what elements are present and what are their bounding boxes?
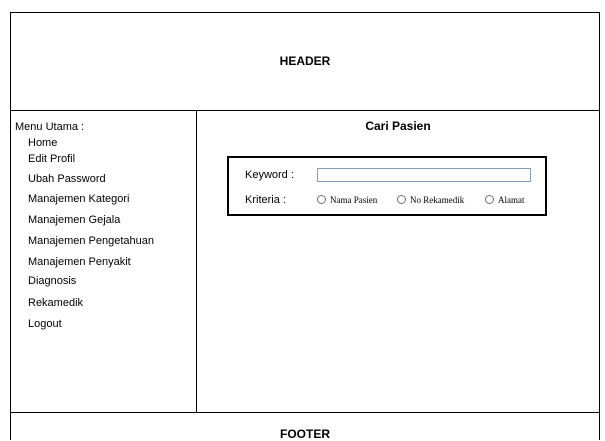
- sidebar-item-edit-profil[interactable]: Edit Profil: [28, 153, 75, 165]
- radio-option-alamat[interactable]: Alamat: [485, 195, 525, 205]
- keyword-input[interactable]: [317, 168, 531, 182]
- sidebar-item-manajemen-pengetahuan[interactable]: Manajemen Pengetahuan: [28, 235, 154, 247]
- search-form: Keyword : Kriteria : Nama Pasien No Reka…: [227, 156, 547, 216]
- footer: FOOTER: [11, 412, 599, 441]
- main-content: Cari Pasien Keyword : Kriteria : Nama Pa…: [197, 111, 599, 412]
- sidebar-item-rekamedik[interactable]: Rekamedik: [28, 297, 83, 309]
- radio-button-icon[interactable]: [317, 195, 326, 204]
- radio-label: Nama Pasien: [330, 195, 378, 205]
- page-frame: HEADER Menu Utama : Home Edit Profil Uba…: [10, 12, 600, 441]
- sidebar-item-home[interactable]: Home: [28, 137, 57, 149]
- keyword-label: Keyword :: [245, 169, 294, 181]
- header-title: HEADER: [279, 54, 331, 68]
- sidebar-item-manajemen-penyakit[interactable]: Manajemen Penyakit: [28, 256, 131, 268]
- radio-button-icon[interactable]: [397, 195, 406, 204]
- radio-label: No Rekamedik: [410, 195, 465, 205]
- criteria-label: Kriteria :: [245, 194, 286, 206]
- header: HEADER: [11, 13, 599, 111]
- radio-label: Alamat: [498, 195, 525, 205]
- radio-button-icon[interactable]: [485, 195, 494, 204]
- page-title: Cari Pasien: [365, 119, 431, 133]
- sidebar-heading: Menu Utama :: [15, 121, 85, 133]
- sidebar-item-manajemen-gejala[interactable]: Manajemen Gejala: [28, 214, 120, 226]
- radio-option-no-rekamedik[interactable]: No Rekamedik: [397, 195, 464, 205]
- sidebar-item-ubah-password[interactable]: Ubah Password: [28, 173, 106, 185]
- sidebar-item-manajemen-kategori[interactable]: Manajemen Kategori: [28, 193, 130, 205]
- radio-option-nama-pasien[interactable]: Nama Pasien: [317, 195, 377, 205]
- footer-title: FOOTER: [280, 427, 330, 441]
- sidebar-item-diagnosis[interactable]: Diagnosis: [28, 275, 76, 287]
- sidebar: Menu Utama : Home Edit Profil Ubah Passw…: [11, 111, 197, 412]
- sidebar-item-logout[interactable]: Logout: [28, 318, 62, 330]
